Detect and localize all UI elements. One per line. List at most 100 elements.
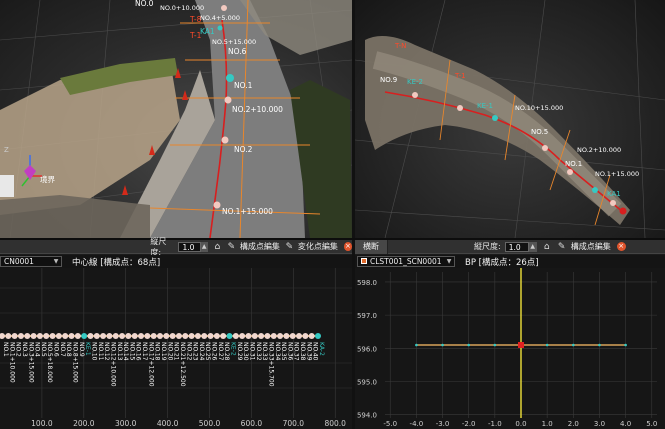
point-cloud-canvas-right[interactable]: T-N NO.9 KE-2 KE-1 T-1 NO.10+15.000 NO.2… [355,0,665,238]
profile-plot[interactable]: 100.0 200.0 300.0 400.0 500.0 600.0 700.0 800.0… [0,268,352,429]
profile-point-label: NO.17+12.000 [147,342,154,387]
profile-point-label: NO.10 [90,342,97,361]
x-tick-label: 100.0 [31,419,53,428]
home-icon-right[interactable]: ⌂ [542,242,552,252]
change-point-icon[interactable]: ✎ [285,242,294,252]
chevron-down-icon[interactable]: ▼ [51,257,61,267]
scale-spinner-right[interactable]: ▲ [528,241,537,252]
profile-point-label: NO.7 [59,342,66,357]
point-edit-button[interactable]: 構成点編集 [240,241,280,252]
x-tick-label: 300.0 [115,419,137,428]
close-icon[interactable]: × [343,242,352,251]
profile-point-label: NO.28 [223,342,230,361]
profile-point-label: NO.13 [116,342,123,361]
profile-chart-svg[interactable]: 100.0 200.0 300.0 400.0 500.0 600.0 700.0 800.0… [0,268,352,429]
vertical-scale-input-right[interactable]: 1.0 [504,241,529,252]
point-edit-icon-right[interactable]: ✎ [557,242,567,252]
tab-cross-section[interactable]: 横断 [355,239,388,254]
profile-header: CN0001 ▼ 中心線 [構成点：68点] [0,255,352,268]
plan-label-ka1: KA1 [607,190,621,198]
profile-point-label: NO.1+10.000 [8,342,15,383]
profile-point-label: NO.33 [261,342,268,361]
profile-point [68,333,75,339]
profile-point [302,333,309,339]
profile-point-label: NO.35 [280,342,287,361]
y-tick-label: 598.0 [357,279,377,287]
profile-point-label: NO.5+18.000 [46,342,53,383]
profile-point-label: NO.4 [34,342,41,357]
x-tick-label: 400.0 [157,419,179,428]
top-left-3d-view[interactable]: NO.1 NO.2 NO.2+10.000 NO.1+15.000 NO.0 N… [0,0,352,238]
profile-point-label: NO.19 [160,342,167,361]
cross-section-chart-svg[interactable]: -5.0 -4.0 -3.0 -2.0 -1.0 0.0 1.0 2.0 3.0 4.0 5.0 59… [355,268,665,429]
x-tick-label: -5.0 [383,420,397,428]
home-icon[interactable]: ⌂ [213,242,222,252]
x-tick-label: 600.0 [241,419,263,428]
profile-point [283,333,290,339]
alignment-select-value: CN0001 [4,256,34,266]
profile-point [245,333,252,339]
alignment-select[interactable]: CN0001 ▼ [0,256,62,267]
profile-point-label: NO.34 [274,342,281,361]
x-tick-label: 0.0 [515,420,526,428]
point-edit-button-right[interactable]: 構成点編集 [571,241,611,252]
x-tick-label: 5.0 [646,420,657,428]
profile-point-label: NO.23 [192,342,199,361]
profile-point [100,333,107,339]
scale-spinner[interactable]: ▲ [200,241,208,252]
profile-point [194,333,201,339]
point-cloud-canvas-left[interactable]: NO.1 NO.2 NO.2+10.000 NO.1+15.000 NO.0 N… [0,0,352,238]
profile-point [62,333,69,339]
cross-section-plot[interactable]: -5.0 -4.0 -3.0 -2.0 -1.0 0.0 1.0 2.0 3.0 4.0 5.0 59… [355,268,665,429]
profile-point [289,333,296,339]
x-tick-label: -3.0 [436,420,450,428]
profile-point [5,333,12,339]
close-icon-right[interactable]: × [616,242,626,251]
section-select[interactable]: CLST001_SCN0001 ▼ [357,256,455,267]
profile-point [201,333,208,339]
profile-point [163,333,170,339]
profile-point [17,333,24,339]
profile-point [43,333,50,339]
profile-point-label: NO.40 [312,342,319,361]
y-tick-label: 596.0 [357,345,377,353]
section-select-value-wrap: CLST001_SCN0001 [361,257,442,267]
section-color-icon [361,257,367,264]
center-point-marker [518,342,524,348]
profile-point-label: NO.36 [286,342,293,361]
vertical-scale-input[interactable]: 1.0 [178,241,201,252]
change-point-edit-button[interactable]: 変化点編集 [298,241,338,252]
plan-label-no5: NO.5 [531,128,548,136]
x-tick-label: -2.0 [462,420,476,428]
x-tick-label: 4.0 [620,420,631,428]
x-tick-label: 500.0 [199,419,221,428]
profile-point-label: NO.25 [204,342,211,361]
profile-point [239,333,246,339]
top-right-3d-view[interactable]: T-N NO.9 KE-2 KE-1 T-1 NO.10+15.000 NO.2… [355,0,665,238]
label-boundary: 境界 [40,174,55,184]
profile-point [0,333,5,339]
profile-point [144,333,151,339]
label-no1: NO.1 [234,81,253,90]
point-edit-icon[interactable]: ✎ [227,242,236,252]
chevron-down-icon-right[interactable]: ▼ [444,257,454,267]
profile-point [188,333,195,339]
profile-point-label: NO.30 [242,342,249,361]
profile-point-label: NO.17 [141,342,148,361]
y-tick-label: 594.0 [357,412,377,420]
x-tick-label: 200.0 [73,419,95,428]
profile-point [175,333,182,339]
profile-point [207,333,214,339]
profile-point-label: NO.11 [97,342,104,361]
profile-point [315,333,321,339]
plan-label-ke1: KE-1 [477,102,493,110]
foreground-rubble [0,195,150,238]
profile-point [157,333,163,339]
profile-point-label: NO.32 [255,342,262,361]
label-no1-15: NO.1+15.000 [222,207,273,216]
label-t1: T-1 [189,31,202,40]
profile-toolbar: 縦尺度: 1.0 ▲ ⌂ ✎ 構成点編集 ✎ 変化点編集 × [0,237,352,257]
plan-label-no2-10: NO.2+10.000 [577,146,621,154]
section-point [441,343,444,347]
plan-label-t1: T-1 [454,72,466,80]
